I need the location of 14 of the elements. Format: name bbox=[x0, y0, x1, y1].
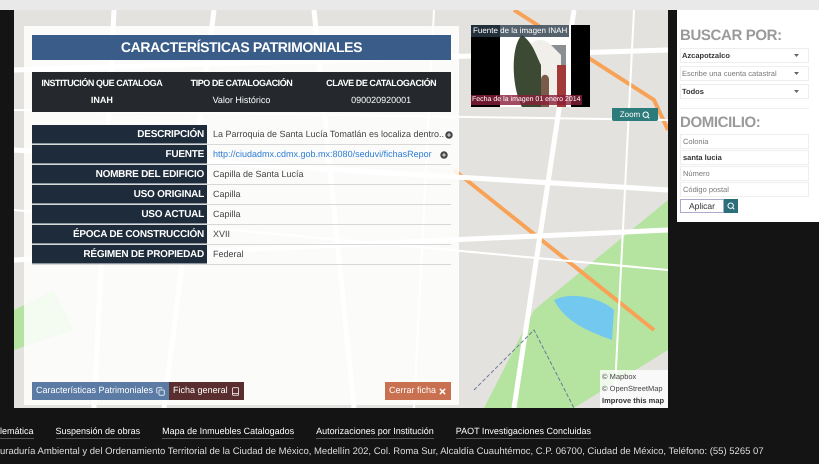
search-icon bbox=[727, 202, 735, 210]
search-title: BUSCAR POR: bbox=[680, 27, 783, 45]
footer-address: uraduría Ambiental y del Ordenamiento Territorial de la Ciudad de México, Medellín 202, Col. Roma Sur, Alcaldía Cuauhtémoc, C.P. 06700, Ciudad de México, Teléfono: (55) 5265 07 bbox=[0, 445, 765, 459]
search-button[interactable] bbox=[724, 199, 738, 213]
address-title: DOMICILIO: bbox=[680, 114, 762, 132]
caret-icon bbox=[794, 90, 799, 93]
footer-link[interactable]: Suspensión de obras bbox=[56, 425, 140, 439]
caret-icon bbox=[794, 54, 799, 57]
footer-link[interactable]: lemática bbox=[0, 425, 34, 439]
footer-link[interactable]: PAOT Investigaciones Concluidas bbox=[456, 425, 591, 439]
footer-link[interactable]: Autorizaciones por Institución bbox=[316, 425, 434, 439]
apply-button[interactable]: Aplicar bbox=[680, 199, 724, 213]
footer-link[interactable]: Mapa de Inmuebles Catalogados bbox=[162, 425, 294, 439]
caret-icon bbox=[794, 72, 799, 75]
